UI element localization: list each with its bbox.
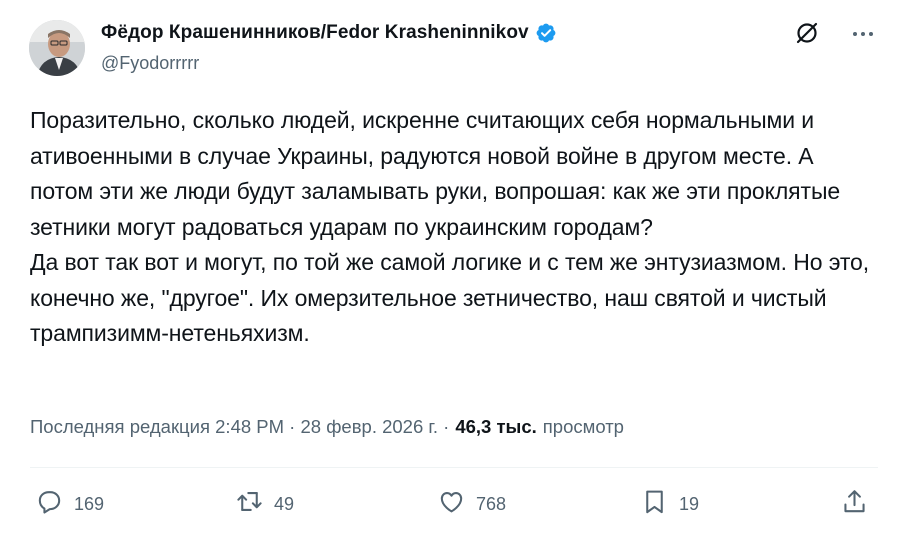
verified-badge-icon[interactable] xyxy=(535,22,557,44)
views-label: просмотр xyxy=(542,416,624,437)
share-button[interactable] xyxy=(840,487,869,521)
reply-count: 169 xyxy=(74,493,105,514)
like-button[interactable]: 768 xyxy=(437,487,506,521)
reply-button[interactable]: 169 xyxy=(35,487,104,521)
bookmark-count: 19 xyxy=(679,493,700,514)
divider xyxy=(30,467,878,468)
author-name-row: Фёдор Крашенинников/Fedor Krasheninnikov xyxy=(101,22,557,44)
reply-icon xyxy=(35,487,64,521)
author-handle[interactable]: @Fyodorrrrr xyxy=(101,53,199,74)
more-icon[interactable] xyxy=(848,18,878,48)
author-display-name[interactable]: Фёдор Крашенинников/Fedor Krasheninnikov xyxy=(101,22,529,44)
avatar-photo xyxy=(29,20,85,76)
grok-icon[interactable] xyxy=(794,20,820,46)
edited-timestamp[interactable]: Последняя редакция 2:48 PM · 28 февр. 20… xyxy=(30,416,449,438)
like-icon xyxy=(437,487,466,521)
repost-count: 49 xyxy=(274,493,295,514)
views-count: 46,3 тыс. xyxy=(455,416,537,437)
repost-button[interactable]: 49 xyxy=(235,487,294,521)
bookmark-button[interactable]: 19 xyxy=(640,487,699,521)
author-avatar[interactable] xyxy=(29,20,85,76)
repost-icon xyxy=(235,487,264,521)
like-count: 768 xyxy=(476,493,507,514)
tweet-meta: Последняя редакция 2:48 PM · 28 февр. 20… xyxy=(30,416,624,438)
tweet-header: Фёдор Крашенинников/Fedor Krasheninnikov… xyxy=(29,16,878,80)
action-bar: 169 49 768 19 xyxy=(30,487,878,527)
tweet-text: Поразительно, сколько людей, искренне сч… xyxy=(30,107,870,346)
share-icon xyxy=(840,487,869,521)
bookmark-icon xyxy=(640,487,669,521)
